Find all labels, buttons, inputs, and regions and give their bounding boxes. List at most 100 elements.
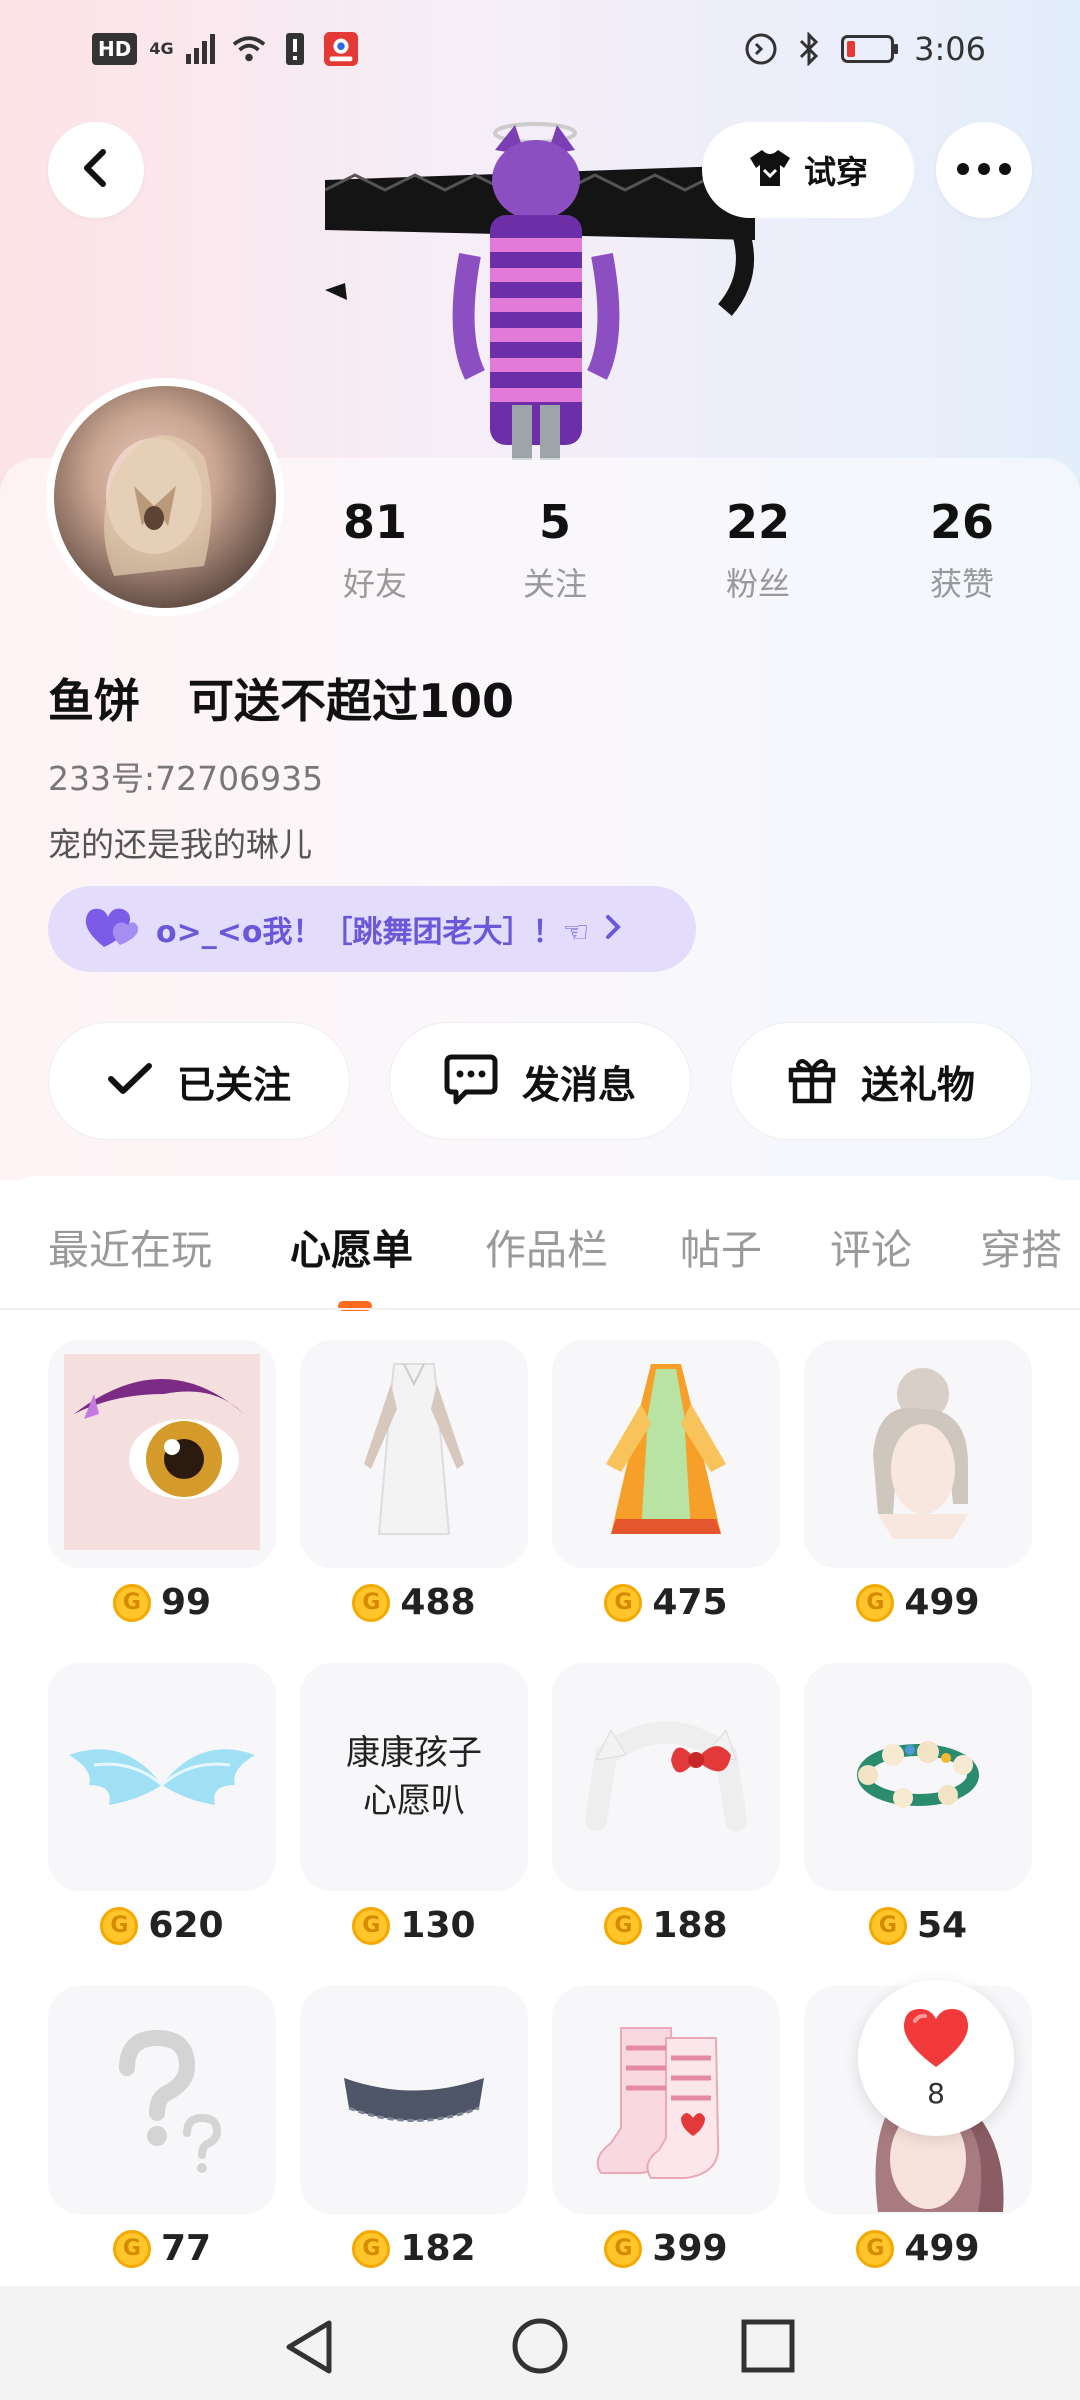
wish-text-card: 康康孩子 心愿叭 — [346, 1729, 482, 1825]
question-mark-icon — [82, 2018, 242, 2182]
price-value: 99 — [160, 1582, 212, 1623]
wishlist-item[interactable]: G 620 — [48, 1663, 276, 1979]
tab-outfits[interactable]: 穿搭 — [980, 1216, 1062, 1276]
avatar-character-illustration — [324, 105, 756, 460]
tab-comments[interactable]: 评论 — [830, 1216, 912, 1276]
item-price: G 130 — [300, 1905, 528, 1946]
nav-home-icon[interactable] — [511, 2317, 569, 2379]
stat-value: 81 — [342, 495, 407, 549]
chevron-right-icon — [603, 913, 623, 945]
tab-wishlist[interactable]: 心愿单 — [290, 1216, 413, 1276]
bow-headband-icon — [576, 1710, 756, 1844]
wishlist-item[interactable]: G 488 — [300, 1340, 528, 1656]
stat-label: 粉丝 — [725, 565, 790, 603]
signal-icon — [185, 32, 220, 66]
price-value: 182 — [400, 2228, 476, 2269]
item-price: G 188 — [552, 1905, 780, 1946]
item-price: G 499 — [804, 2228, 1032, 2269]
nav-recents-icon[interactable] — [741, 2319, 795, 2377]
coin-icon: G — [112, 1583, 151, 1622]
item-price: G 182 — [300, 2228, 528, 2269]
item-thumbnail — [552, 1663, 780, 1891]
item-thumbnail — [552, 1986, 780, 2214]
wishlist-item[interactable]: G 188 — [552, 1663, 780, 1979]
chevron-left-icon — [79, 148, 113, 192]
user-id[interactable]: 233号:72706935 — [48, 752, 323, 800]
price-value: 475 — [652, 1582, 728, 1623]
wish-card-line-1: 康康孩子 — [346, 1733, 482, 1773]
alert-icon — [278, 32, 312, 66]
angel-wings-icon — [64, 1715, 260, 1839]
nav-back-icon[interactable] — [283, 2319, 335, 2379]
hanfu-dress-icon — [596, 1354, 736, 1554]
stat-fans[interactable]: 22 粉丝 — [678, 495, 838, 605]
coin-icon: G — [856, 1583, 895, 1622]
hd-icon: HD — [92, 33, 138, 65]
coin-icon: G — [868, 1906, 907, 1945]
eye-makeup-icon — [64, 1354, 260, 1554]
item-price: G 499 — [804, 1582, 1032, 1623]
tab-recent[interactable]: 最近在玩 — [48, 1216, 212, 1276]
like-count: 8 — [927, 2076, 945, 2110]
coin-icon: G — [112, 2229, 151, 2268]
avatar-photo — [54, 386, 276, 608]
coin-icon: G — [604, 1906, 643, 1945]
stat-label: 好友 — [342, 565, 407, 603]
wishlist-item[interactable]: G 99 — [48, 1340, 276, 1656]
back-button[interactable] — [48, 122, 144, 218]
avatar[interactable] — [46, 378, 284, 616]
wishlist-item[interactable]: G 499 — [804, 1340, 1032, 1656]
message-button[interactable]: 发消息 — [389, 1022, 691, 1140]
wishlist-item[interactable]: G 54 — [804, 1663, 1032, 1979]
coin-icon: G — [604, 2229, 643, 2268]
wifi-icon — [232, 32, 266, 66]
wishlist-item[interactable]: 康康孩子 心愿叭 G 130 — [300, 1663, 528, 1979]
followed-label: 已关注 — [176, 1062, 291, 1107]
send-gift-button[interactable]: 送礼物 — [730, 1022, 1032, 1140]
status-bar: HD 4G 3:06 — [0, 0, 1080, 105]
item-thumbnail — [48, 1663, 276, 1891]
battery-icon — [840, 32, 900, 66]
wishlist-item[interactable]: G 399 — [552, 1986, 780, 2302]
stat-likes[interactable]: 26 获赞 — [882, 495, 1042, 605]
tab-posts[interactable]: 帖子 — [680, 1216, 762, 1276]
network-label: 4G — [149, 39, 174, 58]
price-value: 488 — [400, 1582, 476, 1623]
bun-hairstyle-icon — [838, 1354, 998, 1554]
gift-label: 送礼物 — [860, 1062, 975, 1107]
item-thumbnail — [300, 1340, 528, 1568]
wishlist-item[interactable]: G 182 — [300, 1986, 528, 2302]
gift-icon — [787, 1054, 837, 1108]
more-options-button[interactable] — [936, 122, 1032, 218]
group-badge[interactable]: o>_<o我！［跳舞团老大］！☜ — [48, 886, 696, 972]
item-thumbnail — [804, 1340, 1032, 1568]
bio: 宠的还是我的琳儿 — [48, 825, 312, 864]
coin-icon: G — [100, 1906, 139, 1945]
profile-stats: 81 好友 5 关注 22 粉丝 26 获赞 — [300, 495, 1060, 615]
tabs-divider — [0, 1308, 1080, 1310]
item-thumbnail — [48, 1340, 276, 1568]
stat-following[interactable]: 5 关注 — [475, 495, 635, 605]
price-value: 499 — [904, 2228, 980, 2269]
username: 鱼饼 可送不超过100 — [48, 674, 515, 728]
wishlist-item[interactable]: G 77 — [48, 1986, 276, 2302]
like-button[interactable]: 8 — [858, 1980, 1014, 2136]
wish-card-line-2: 心愿叭 — [363, 1781, 465, 1821]
price-value: 77 — [160, 2228, 212, 2269]
price-value: 620 — [148, 1905, 224, 1946]
lace-choker-icon — [334, 2048, 494, 2152]
price-value: 130 — [400, 1905, 476, 1946]
stat-friends[interactable]: 81 好友 — [295, 495, 455, 605]
wishlist-item[interactable]: G 475 — [552, 1340, 780, 1656]
stat-value: 26 — [929, 495, 994, 549]
tshirt-icon — [748, 148, 792, 192]
app-notification-icon — [323, 32, 358, 66]
item-price: G 399 — [552, 2228, 780, 2269]
flower-crown-icon — [848, 1720, 988, 1834]
tab-works[interactable]: 作品栏 — [485, 1216, 608, 1276]
item-thumbnail — [48, 1986, 276, 2214]
try-on-button[interactable]: 试穿 — [702, 122, 914, 218]
price-value: 54 — [916, 1905, 968, 1946]
followed-button[interactable]: 已关注 — [48, 1022, 350, 1140]
stat-label: 获赞 — [929, 565, 994, 603]
